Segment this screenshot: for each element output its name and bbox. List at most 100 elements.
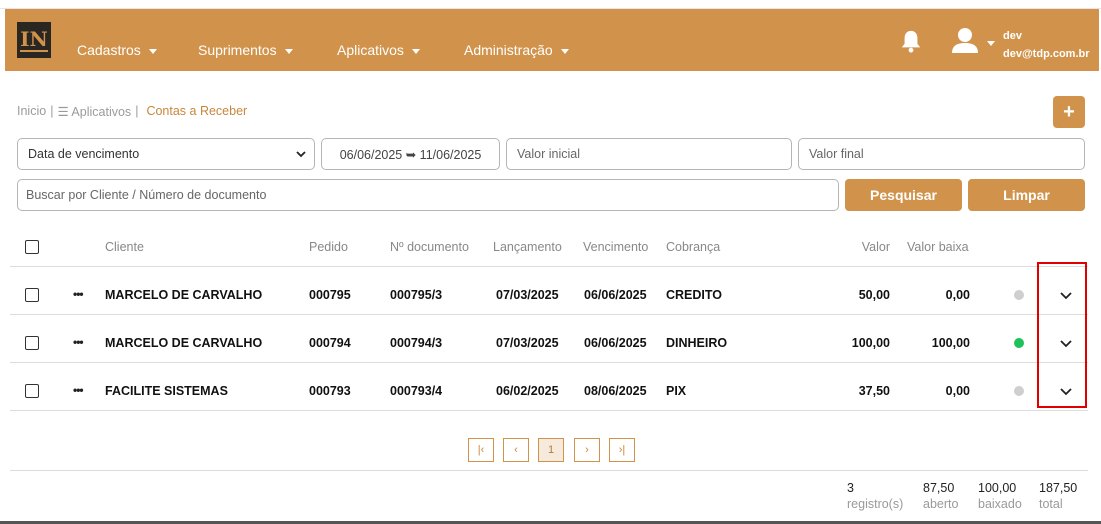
clear-button[interactable]: Limpar — [968, 179, 1085, 211]
summary-aberto-label: aberto — [923, 497, 959, 511]
cell-pedido: 000795 — [309, 288, 351, 302]
row-divider — [10, 410, 1088, 411]
menu-aplicativos-label: Aplicativos — [337, 42, 404, 58]
top-navbar: IN Cadastros Suprimentos Aplicativos Adm… — [5, 9, 1099, 71]
cell-valor: 100,00 — [851, 336, 890, 350]
summary-aberto: 87,50 — [923, 481, 955, 495]
date-range-field[interactable]: 06/06/2025 ➥ 11/06/2025 — [321, 138, 500, 170]
status-dot — [1014, 338, 1024, 348]
cell-documento: 000795/3 — [390, 288, 443, 302]
cell-lancamento: 07/03/2025 — [496, 288, 559, 302]
breadcrumb: Inicio | ☰ Aplicativos | Contas a Recebe… — [17, 104, 247, 119]
row-actions-icon[interactable]: ••• — [73, 335, 84, 349]
chevron-down-icon — [296, 151, 306, 158]
breadcrumb-current: Contas a Receber — [146, 104, 248, 118]
menu-administracao[interactable]: Administração — [464, 42, 569, 58]
user-email: dev@tdp.com.br — [1003, 48, 1090, 60]
pager-next-button[interactable]: › — [574, 438, 600, 462]
row-checkbox[interactable] — [25, 288, 39, 302]
chevron-down-icon — [560, 48, 569, 54]
menu-suprimentos[interactable]: Suprimentos — [198, 42, 293, 58]
header-cliente[interactable]: Cliente — [105, 240, 144, 254]
valor-final-input[interactable]: Valor final — [798, 138, 1085, 170]
pager-first-button[interactable]: |‹ — [468, 438, 494, 462]
header-documento[interactable]: Nº documento — [390, 240, 469, 254]
cell-lancamento: 07/03/2025 — [496, 336, 559, 350]
header-cobranca[interactable]: Cobrança — [666, 240, 720, 254]
summary-baixado: 100,00 — [978, 481, 1017, 495]
row-checkbox[interactable] — [25, 384, 39, 398]
row-actions-icon[interactable]: ••• — [73, 383, 84, 397]
header-valor[interactable]: Valor — [840, 240, 890, 254]
chevron-down-icon — [411, 48, 420, 54]
summary-count: 3 — [847, 481, 854, 495]
footer-divider — [10, 470, 1088, 471]
expand-column-highlight — [1037, 262, 1087, 408]
summary-total: 187,50 — [1039, 481, 1078, 495]
menu-administracao-label: Administração — [464, 42, 553, 58]
user-name: dev — [1003, 30, 1022, 42]
menu-aplicativos[interactable]: Aplicativos — [337, 42, 420, 58]
menu-cadastros-label: Cadastros — [77, 42, 141, 58]
cell-valor-baixa: 100,00 — [931, 336, 970, 350]
row-actions-icon[interactable]: ••• — [73, 287, 84, 301]
valor-inicial-placeholder: Valor inicial — [517, 147, 580, 161]
cell-cliente: MARCELO DE CARVALHO — [105, 288, 263, 302]
date-type-value: Data de vencimento — [28, 147, 140, 161]
status-dot — [1014, 290, 1024, 300]
breadcrumb-home[interactable]: Inicio — [17, 104, 46, 119]
cell-valor: 50,00 — [858, 288, 890, 302]
app-logo[interactable]: IN — [17, 22, 51, 58]
add-button[interactable]: + — [1053, 96, 1085, 128]
cell-cliente: FACILITE SISTEMAS — [105, 384, 228, 398]
chevron-down-icon — [148, 48, 157, 54]
cell-valor-baixa: 0,00 — [945, 288, 970, 302]
pager-prev-button[interactable]: ‹ — [503, 438, 529, 462]
date-range-value: 06/06/2025 ➥ 11/06/2025 — [339, 147, 482, 162]
cell-cobranca: PIX — [666, 384, 687, 398]
breadcrumb-apps[interactable]: ☰ Aplicativos — [57, 104, 131, 119]
row-checkbox[interactable] — [25, 336, 39, 350]
valor-final-placeholder: Valor final — [809, 147, 864, 161]
search-button[interactable]: Pesquisar — [845, 179, 962, 211]
user-menu-chevron-icon[interactable] — [987, 41, 995, 46]
header-vencimento[interactable]: Vencimento — [583, 240, 648, 254]
cell-pedido: 000793 — [309, 384, 351, 398]
pager-last-button[interactable]: ›| — [609, 438, 635, 462]
header-valor-baixa[interactable]: Valor baixa — [907, 240, 969, 254]
menu-suprimentos-label: Suprimentos — [198, 42, 277, 58]
bell-icon[interactable] — [900, 29, 922, 53]
date-type-select[interactable]: Data de vencimento — [17, 138, 315, 170]
search-input[interactable]: Buscar por Cliente / Número de documento — [17, 179, 839, 211]
cell-valor: 37,50 — [858, 384, 890, 398]
summary-baixado-label: baixado — [978, 497, 1022, 511]
breadcrumb-separator: | — [50, 104, 54, 118]
valor-inicial-input[interactable]: Valor inicial — [506, 138, 792, 170]
cell-lancamento: 06/02/2025 — [496, 384, 559, 398]
cell-documento: 000794/3 — [390, 336, 443, 350]
status-dot — [1014, 386, 1024, 396]
select-all-checkbox[interactable] — [25, 240, 39, 254]
cell-cobranca: CREDITO — [666, 288, 723, 302]
cell-cobranca: DINHEIRO — [666, 336, 728, 350]
cell-vencimento: 06/06/2025 — [584, 336, 647, 350]
row-divider — [10, 314, 1088, 315]
user-avatar-icon[interactable] — [951, 26, 979, 54]
cell-valor-baixa: 0,00 — [945, 384, 970, 398]
summary-total-label: total — [1039, 497, 1063, 511]
header-lancamento[interactable]: Lançamento — [493, 240, 562, 254]
breadcrumb-separator: | — [135, 104, 139, 118]
pager-page-button[interactable]: 1 — [538, 438, 564, 462]
cell-vencimento: 06/06/2025 — [584, 288, 647, 302]
window-top-edge — [0, 0, 1101, 9]
cell-pedido: 000794 — [309, 336, 351, 350]
summary-count-label: registro(s) — [847, 497, 904, 511]
cell-vencimento: 08/06/2025 — [584, 384, 647, 398]
chevron-down-icon — [284, 48, 293, 54]
row-divider — [10, 362, 1088, 363]
search-placeholder: Buscar por Cliente / Número de documento — [26, 188, 267, 202]
cell-documento: 000793/4 — [390, 384, 443, 398]
menu-cadastros[interactable]: Cadastros — [77, 42, 157, 58]
header-divider — [10, 266, 1088, 267]
header-pedido[interactable]: Pedido — [309, 240, 348, 254]
